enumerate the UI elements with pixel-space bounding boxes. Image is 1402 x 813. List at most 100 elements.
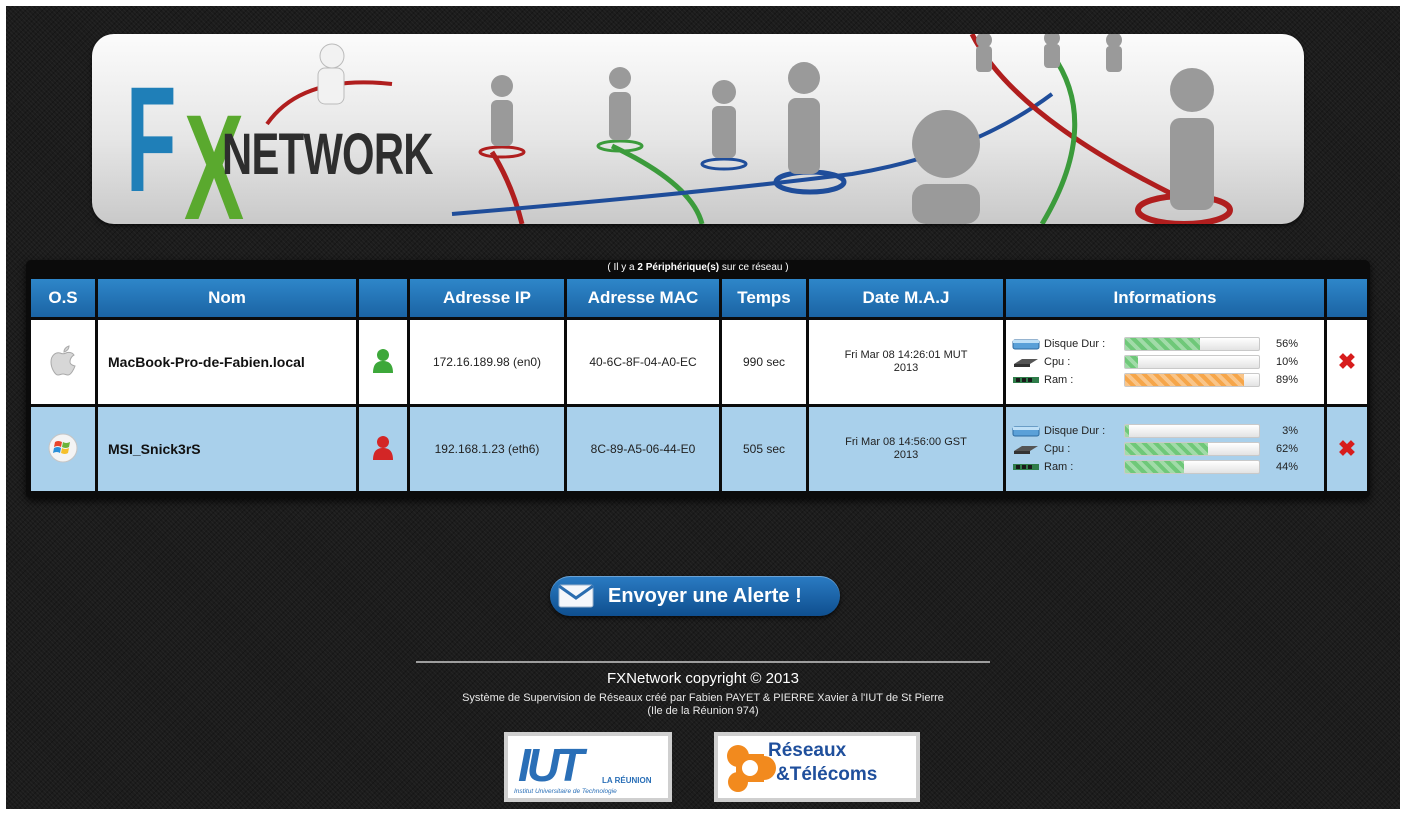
info-cell: Disque Dur : 56% Cpu : 10% Ram : 89% (1006, 320, 1324, 404)
apple-icon (50, 344, 76, 376)
caption-prefix: ( Il y a (607, 262, 638, 273)
devices-table: O.S Nom Adresse IP Adresse MAC Temps Dat… (28, 276, 1370, 494)
ram-label: Ram : (1044, 461, 1074, 473)
col-header-date[interactable]: Date M.A.J (809, 279, 1003, 317)
disk-bar-fill (1125, 338, 1201, 350)
cpu-bar (1124, 355, 1260, 369)
devices-panel: ( Il y a 2 Périphérique(s) sur ce réseau… (26, 260, 1370, 498)
send-alert-label: Envoyer une Alerte ! (608, 584, 802, 607)
ram-bar-fill (1125, 461, 1184, 473)
credits-line1: Système de Supervision de Réseaux créé p… (462, 692, 944, 704)
disk-label: Disque Dur : (1044, 338, 1106, 350)
disk-row: Disque Dur : 56% (1012, 335, 1318, 353)
copyright-text: FXNetwork copyright © 2013 (607, 670, 799, 687)
ram-bar-fill (1125, 374, 1245, 386)
device-count-caption: ( Il y a 2 Périphérique(s) sur ce réseau… (26, 262, 1370, 274)
iut-logo[interactable]: IUT LA RÉUNION Institut Universitaire de… (504, 732, 672, 802)
update-date: Fri Mar 08 14:56:00 GST 2013 (809, 407, 1003, 491)
caption-bold: Périphérique(s) (642, 262, 720, 273)
ram-row: Ram : 44% (1012, 458, 1318, 476)
ip-address: 172.16.189.98 (en0) (410, 320, 564, 404)
user-online-icon (373, 348, 393, 373)
mac-address: 40-6C-8F-04-A0-EC (567, 320, 719, 404)
status-cell (359, 407, 407, 491)
credits-text: Système de Supervision de Réseaux créé p… (6, 692, 1400, 718)
col-header-nom[interactable]: Nom (98, 279, 356, 317)
os-cell (31, 320, 95, 404)
hard-disk-icon (1012, 339, 1040, 350)
ram-label: Ram : (1044, 374, 1074, 386)
disk-label: Disque Dur : (1044, 425, 1106, 437)
header-banner: F X NETWORK (92, 34, 1304, 224)
table-row[interactable]: MSI_Snick3rS 192.168.1.23 (eth6) 8C-89-A… (31, 407, 1367, 491)
update-date: Fri Mar 08 14:26:01 MUT 2013 (809, 320, 1003, 404)
cpu-row: Cpu : 10% (1012, 353, 1318, 371)
cpu-icon (1014, 446, 1038, 454)
table-row[interactable]: MacBook-Pro-de-Fabien.local 172.16.189.9… (31, 320, 1367, 404)
page-background: F X NETWORK ( Il y a 2 Périphérique(s) s… (6, 6, 1400, 809)
status-cell (359, 320, 407, 404)
footer-divider (416, 661, 990, 663)
uptime: 990 sec (722, 320, 806, 404)
credits-line2: (Ile de la Réunion 974) (647, 705, 759, 717)
col-header-action (1327, 279, 1367, 317)
hard-disk-icon (1012, 426, 1040, 437)
ram-icon (1013, 377, 1039, 383)
ip-address: 192.168.1.23 (eth6) (410, 407, 564, 491)
cpu-label: Cpu : (1044, 356, 1071, 368)
logo-text: NETWORK (222, 122, 433, 187)
action-cell: ✖ (1327, 320, 1367, 404)
update-date-line1: Fri Mar 08 14:56:00 GST (845, 436, 967, 448)
rt-logo-line1: Réseaux (768, 740, 847, 761)
disk-bar (1124, 424, 1260, 438)
ram-row: Ram : 89% (1012, 371, 1318, 389)
cpu-bar-fill (1125, 443, 1209, 455)
rt-logo-line2: &Télécoms (776, 764, 878, 785)
disk-bar (1124, 337, 1260, 351)
cpu-percent: 62% (1275, 443, 1298, 455)
update-date-line2: 2013 (893, 449, 919, 461)
envelope-icon (558, 584, 594, 608)
windows-icon (48, 433, 78, 462)
device-name: MacBook-Pro-de-Fabien.local (98, 320, 356, 404)
action-cell: ✖ (1327, 407, 1367, 491)
disk-percent: 56% (1275, 338, 1298, 350)
iut-logo-mark: IUT (518, 739, 584, 791)
col-header-mac[interactable]: Adresse MAC (567, 279, 719, 317)
col-header-status (359, 279, 407, 317)
disk-percent: 3% (1282, 425, 1298, 437)
logo-letter-f: F (126, 55, 176, 223)
col-header-info[interactable]: Informations (1006, 279, 1324, 317)
cpu-icon (1014, 359, 1038, 367)
disk-row: Disque Dur : 3% (1012, 422, 1318, 440)
ram-bar (1124, 373, 1260, 387)
cpu-row: Cpu : 62% (1012, 440, 1318, 458)
cpu-percent: 10% (1275, 356, 1298, 368)
ram-bar (1124, 460, 1260, 474)
ram-icon (1013, 464, 1039, 470)
device-name: MSI_Snick3rS (98, 407, 356, 491)
ram-percent: 44% (1275, 461, 1298, 473)
mac-address: 8C-89-A5-06-44-E0 (567, 407, 719, 491)
col-header-temps[interactable]: Temps (722, 279, 806, 317)
delete-icon[interactable]: ✖ (1338, 436, 1356, 461)
reseaux-telecoms-logo[interactable]: Réseaux &Télécoms (714, 732, 920, 802)
table-header-row: O.S Nom Adresse IP Adresse MAC Temps Dat… (31, 279, 1367, 317)
disk-bar-fill (1125, 425, 1130, 437)
update-date-line1: Fri Mar 08 14:26:01 MUT (844, 349, 968, 361)
cpu-label: Cpu : (1044, 443, 1071, 455)
ram-percent: 89% (1275, 374, 1298, 386)
update-date-line2: 2013 (893, 362, 919, 374)
os-cell (31, 407, 95, 491)
uptime: 505 sec (722, 407, 806, 491)
col-header-ip[interactable]: Adresse IP (410, 279, 564, 317)
cpu-bar-fill (1125, 356, 1139, 368)
caption-suffix: sur ce réseau ) (719, 262, 789, 273)
iut-logo-subtitle: Institut Universitaire de Technologie (514, 788, 617, 795)
delete-icon[interactable]: ✖ (1338, 349, 1356, 374)
send-alert-button[interactable]: Envoyer une Alerte ! (550, 576, 840, 616)
col-header-os[interactable]: O.S (31, 279, 95, 317)
iut-logo-region: LA RÉUNION (602, 776, 652, 785)
cpu-bar (1124, 442, 1260, 456)
user-offline-icon (373, 435, 393, 460)
